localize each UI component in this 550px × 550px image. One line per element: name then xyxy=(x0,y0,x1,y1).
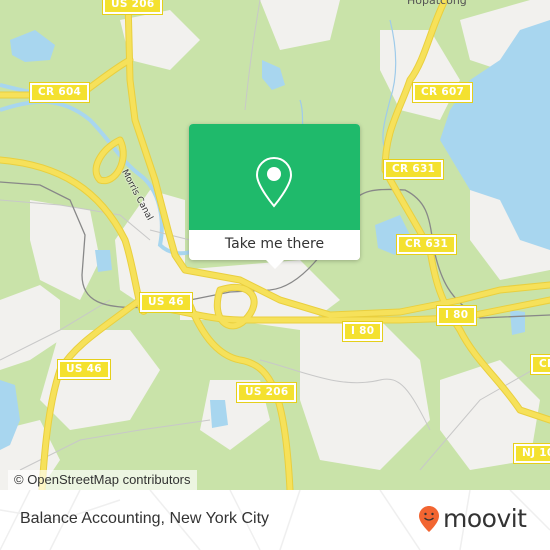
road-shield-cr-631: CR 631 xyxy=(395,234,458,255)
popup-pointer xyxy=(266,260,284,269)
road-shield-us-46: US 46 xyxy=(57,359,111,380)
road-shield-cr-607: CR 607 xyxy=(411,82,474,103)
road-shield-us-206: US 206 xyxy=(235,382,298,403)
footer-bar: Balance Accounting, New York City moovit xyxy=(0,490,550,550)
road-shield-i-80: I 80 xyxy=(435,305,478,326)
road-shield-i-80: I 80 xyxy=(341,321,384,342)
map-pin-icon xyxy=(255,156,293,208)
moovit-logo[interactable]: moovit xyxy=(418,504,527,534)
map-attribution[interactable]: © OpenStreetMap contributors xyxy=(8,470,197,490)
road-shield-nj-10: NJ 10 xyxy=(512,443,550,464)
road-shield-us-206: US 206 xyxy=(101,0,164,15)
road-shield-us-46: US 46 xyxy=(139,292,193,313)
take-me-there-label: Take me there xyxy=(224,236,325,252)
location-popup[interactable]: Take me there xyxy=(189,124,360,269)
road-shield-cr-631: CR 631 xyxy=(382,159,445,180)
take-me-there-button[interactable]: Take me there xyxy=(189,230,360,260)
place-title: Balance Accounting, New York City xyxy=(20,510,270,527)
road-shield-cr-604: CR 604 xyxy=(28,82,91,103)
moovit-wordmark: moovit xyxy=(443,504,527,533)
place-label-hopatcong: Hopatcong xyxy=(407,0,467,7)
map-view[interactable]: Hopatcong Morris Canal US 206 CR 604 CR … xyxy=(0,0,550,490)
popup-header[interactable] xyxy=(189,124,360,230)
road-shield-cr: CR xyxy=(529,354,550,375)
moovit-smiley-pin-icon xyxy=(419,506,439,532)
